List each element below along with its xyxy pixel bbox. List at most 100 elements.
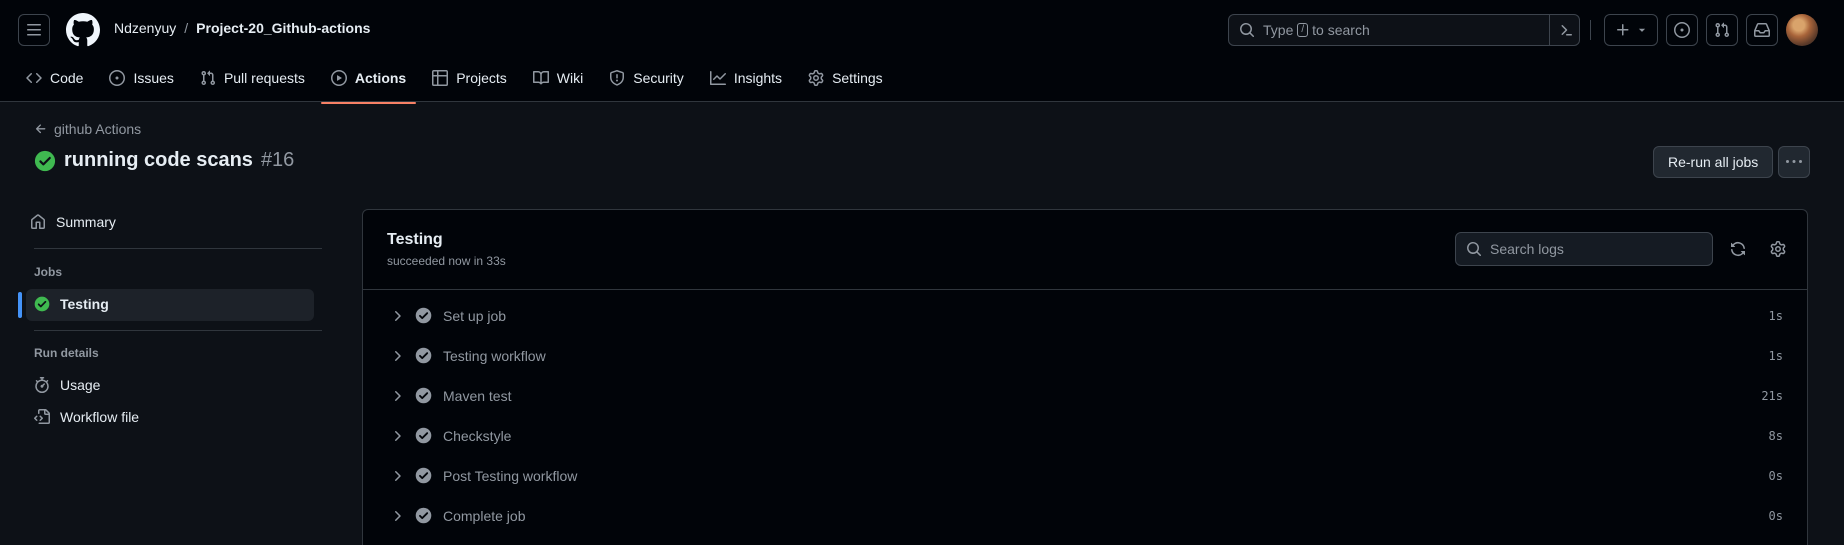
step-name: Maven test (443, 388, 512, 404)
back-to-workflow-link[interactable]: github Actions (34, 121, 141, 137)
log-settings-button[interactable] (1767, 238, 1789, 260)
user-avatar[interactable] (1786, 14, 1818, 46)
check-circle-fill-icon (415, 467, 432, 484)
check-circle-fill-icon (415, 427, 432, 444)
global-header: Ndzenyuy / Project-20_Github-actions Typ… (0, 0, 1844, 104)
sidebar-summary-label: Summary (56, 214, 116, 230)
terminal-icon (1561, 25, 1572, 36)
repo-nav: Code Issues Pull requests Actions Projec… (16, 62, 899, 104)
tab-code[interactable]: Code (16, 62, 93, 94)
tab-settings[interactable]: Settings (798, 62, 893, 94)
step-name: Post Testing workflow (443, 468, 578, 484)
tab-pull-requests-label: Pull requests (223, 70, 305, 86)
job-step-row[interactable]: Maven test 21s (363, 376, 1807, 416)
code-icon (26, 72, 42, 84)
tab-issues[interactable]: Issues (99, 62, 183, 94)
repo-link[interactable]: Project-20_Github-actions (196, 20, 370, 36)
sidebar-job-testing[interactable]: Testing (34, 296, 109, 312)
job-step-row[interactable]: Testing workflow 1s (363, 336, 1807, 376)
inbox-icon (1754, 23, 1770, 37)
chevron-right-icon (395, 511, 401, 521)
issues-shortcut-button[interactable] (1666, 14, 1698, 46)
tab-code-label: Code (50, 70, 84, 86)
sidebar-job-label: Testing (60, 296, 109, 312)
search-logs-input[interactable]: Search logs (1455, 232, 1713, 266)
check-circle-fill-icon (415, 387, 432, 404)
sidebar-usage[interactable]: Usage (34, 377, 100, 393)
search-placeholder: Type / to search (1263, 22, 1370, 38)
job-step-row[interactable]: Set up job 1s (363, 296, 1807, 336)
step-duration: 1s (1768, 349, 1783, 363)
tab-projects-label: Projects (456, 70, 507, 86)
refresh-button[interactable] (1727, 238, 1749, 260)
issue-opened-icon (109, 70, 126, 86)
tab-pull-requests[interactable]: Pull requests (190, 62, 315, 94)
check-circle-fill-icon (34, 150, 56, 171)
chevron-right-icon (395, 471, 401, 481)
more-options-button[interactable] (1778, 146, 1810, 178)
tab-actions[interactable]: Actions (320, 62, 417, 104)
arrow-left-icon (35, 124, 46, 134)
play-icon (330, 70, 347, 86)
tab-insights[interactable]: Insights (700, 62, 792, 94)
chevron-right-icon (395, 351, 401, 361)
sidebar-jobs-heading: Jobs (34, 265, 63, 279)
book-icon (532, 70, 549, 85)
file-code-icon (34, 409, 50, 424)
step-duration: 21s (1761, 389, 1783, 403)
run-number: #16 (260, 149, 295, 171)
triangle-down-icon (1638, 28, 1646, 32)
tab-actions-label: Actions (354, 70, 407, 86)
kebab-horizontal-icon (1786, 160, 1802, 163)
tab-insights-label: Insights (733, 70, 783, 86)
tab-security[interactable]: Security (599, 62, 694, 94)
sidebar-divider (34, 248, 322, 249)
git-pull-request-icon (1715, 22, 1730, 38)
search-placeholder-suffix: to search (1312, 22, 1370, 38)
search-placeholder-prefix: Type (1263, 22, 1294, 38)
back-link-label: github Actions (54, 121, 142, 137)
global-search-input[interactable]: Type / to search (1228, 14, 1580, 46)
search-icon (1240, 23, 1255, 38)
search-shortcut-key: / (1297, 23, 1309, 37)
check-circle-fill-icon (415, 507, 432, 524)
check-circle-fill-icon (34, 296, 50, 312)
tab-wiki[interactable]: Wiki (523, 62, 593, 94)
github-logo-icon[interactable] (66, 13, 100, 47)
sidebar-usage-label: Usage (60, 377, 101, 393)
pull-requests-shortcut-button[interactable] (1706, 14, 1738, 46)
chevron-right-icon (395, 431, 401, 441)
command-palette-button[interactable] (1549, 15, 1579, 45)
step-duration: 0s (1768, 469, 1783, 483)
job-step-row[interactable]: Checkstyle 8s (363, 416, 1807, 456)
search-icon (1467, 242, 1482, 257)
repo-breadcrumb: Ndzenyuy / Project-20_Github-actions (114, 20, 370, 36)
sidebar-summary[interactable]: Summary (30, 214, 116, 230)
header-divider (1590, 20, 1591, 40)
chevron-right-icon (395, 311, 401, 321)
sidebar-divider (34, 330, 322, 331)
menu-button[interactable] (18, 14, 50, 46)
create-new-button[interactable] (1604, 14, 1658, 46)
job-step-row[interactable]: Complete job 0s (363, 496, 1807, 536)
tab-projects[interactable]: Projects (422, 62, 517, 94)
job-title: Testing (387, 231, 443, 248)
git-pull-request-icon (201, 70, 215, 86)
plus-icon (1617, 24, 1629, 36)
step-name: Set up job (443, 308, 507, 324)
step-duration: 8s (1768, 429, 1783, 443)
owner-link[interactable]: Ndzenyuy (114, 20, 176, 36)
sidebar-selected-indicator (18, 292, 22, 318)
job-log-panel: Testing succeeded now in 33s Search logs… (362, 209, 1808, 545)
step-name: Testing workflow (443, 348, 546, 364)
job-log-header: Testing succeeded now in 33s Search logs (363, 210, 1807, 290)
job-step-row[interactable]: Post Testing workflow 0s (363, 456, 1807, 496)
step-name: Checkstyle (443, 428, 512, 444)
shield-icon (610, 70, 625, 86)
rerun-all-jobs-button[interactable]: Re-run all jobs (1653, 146, 1774, 178)
sidebar-workflow-file[interactable]: Workflow file (34, 409, 139, 425)
inbox-button[interactable] (1746, 14, 1778, 46)
step-name: Complete job (443, 508, 526, 524)
check-circle-fill-icon (415, 347, 432, 364)
hamburger-icon (27, 24, 41, 36)
